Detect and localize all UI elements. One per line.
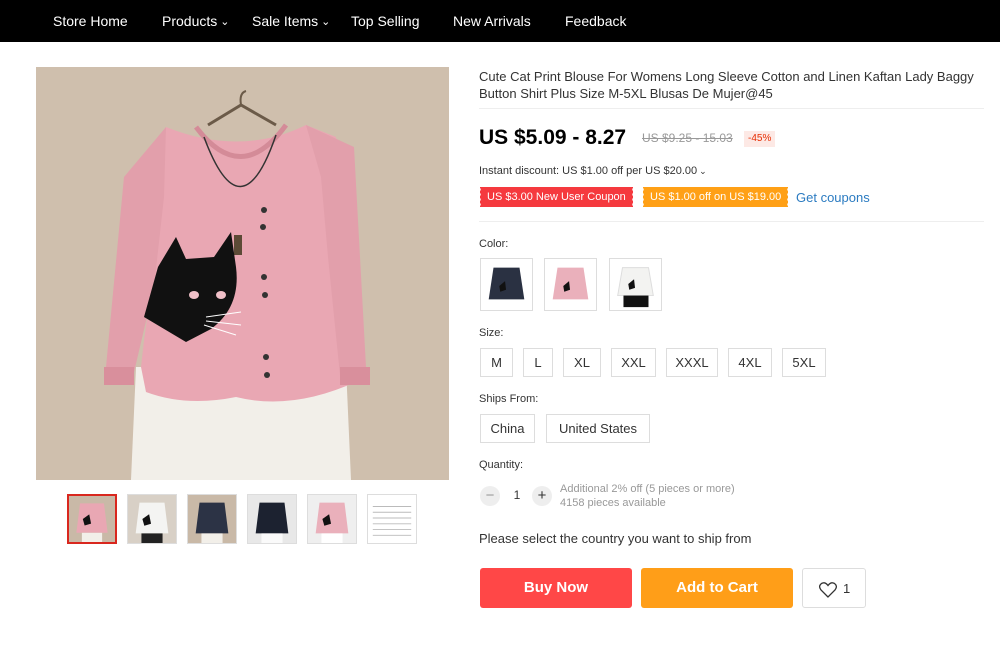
- instant-discount-text: Instant discount: US $1.00 off per US $2…: [479, 165, 698, 177]
- pieces-available: 4158 pieces available: [560, 497, 666, 509]
- wishlist-button[interactable]: 1: [802, 568, 866, 608]
- product-title: Cute Cat Print Blouse For Womens Long Sl…: [479, 69, 974, 101]
- size-label: Size:: [479, 327, 504, 339]
- thumbnail-white[interactable]: [127, 494, 177, 544]
- add-to-cart-button[interactable]: Add to Cart: [641, 568, 793, 608]
- ship-country-note: Please select the country you want to sh…: [479, 531, 752, 546]
- thumbnail-image: [248, 495, 296, 543]
- main-product-image[interactable]: [36, 67, 449, 480]
- nav-sale-items[interactable]: Sale Items ⌄: [252, 0, 330, 42]
- new-user-coupon[interactable]: US $3.00 New User Coupon: [479, 187, 633, 207]
- thumbnail-pink-2[interactable]: [307, 494, 357, 544]
- bulk-discount-note: Additional 2% off (5 pieces or more): [560, 483, 735, 495]
- size-chart-image: [368, 495, 416, 543]
- divider: [479, 221, 984, 222]
- product-photo: [36, 67, 449, 480]
- size-option-xxxl[interactable]: XXXL: [666, 348, 718, 377]
- ships-from-china[interactable]: China: [480, 414, 535, 443]
- thumbnail-navy[interactable]: [187, 494, 237, 544]
- size-option-xxl[interactable]: XXL: [611, 348, 656, 377]
- nav-store-home[interactable]: Store Home: [53, 0, 128, 42]
- quantity-value[interactable]: 1: [510, 488, 524, 502]
- product-price: US $5.09 - 8.27: [479, 126, 627, 149]
- get-coupons-link[interactable]: Get coupons: [796, 190, 870, 205]
- instant-discount[interactable]: Instant discount: US $1.00 off per US $2…: [479, 165, 707, 177]
- store-nav-bar: Store Home Products ⌄ Sale Items ⌄ Top Sel…: [0, 0, 1000, 42]
- thumbnail-pink[interactable]: [67, 494, 117, 544]
- color-label: Color:: [479, 238, 509, 250]
- quantity-label: Quantity:: [479, 459, 524, 471]
- discount-badge: -45%: [744, 131, 776, 147]
- divider: [479, 108, 984, 109]
- wishlist-count: 1: [843, 581, 851, 596]
- original-price: US $9.25 - 15.03: [642, 131, 733, 145]
- heart-icon: [819, 582, 837, 598]
- ships-from-label: Ships From:: [479, 393, 539, 405]
- thumbnail-black[interactable]: [247, 494, 297, 544]
- quantity-decrease-button[interactable]: −: [480, 486, 500, 506]
- color-option-navy[interactable]: [480, 258, 533, 311]
- thumbnail-strip: [67, 494, 427, 546]
- nav-top-selling[interactable]: Top Selling: [351, 0, 420, 42]
- chevron-down-icon: ⌄: [699, 166, 707, 176]
- color-option-pink[interactable]: [544, 258, 597, 311]
- chevron-down-icon: ⌄: [220, 16, 230, 28]
- nav-top-selling-label: Top Selling: [351, 13, 420, 29]
- color-option-white[interactable]: [609, 258, 662, 311]
- thumbnail-image: [308, 495, 356, 543]
- thumbnail-image: [69, 496, 115, 542]
- color-swatch-image: [610, 259, 661, 310]
- thumbnail-size-chart[interactable]: [367, 494, 417, 544]
- color-swatch-image: [545, 259, 596, 310]
- nav-store-home-label: Store Home: [53, 13, 128, 29]
- store-coupon[interactable]: US $1.00 off on US $19.00: [641, 187, 789, 207]
- size-option-m[interactable]: M: [480, 348, 513, 377]
- nav-feedback-label: Feedback: [565, 13, 627, 29]
- color-swatch-image: [481, 259, 532, 310]
- nav-feedback[interactable]: Feedback: [565, 0, 626, 42]
- nav-new-arrivals-label: New Arrivals: [453, 13, 531, 29]
- buy-now-button[interactable]: Buy Now: [480, 568, 632, 608]
- nav-sale-items-label: Sale Items: [252, 13, 319, 29]
- ships-from-united-states[interactable]: United States: [546, 414, 650, 443]
- nav-products[interactable]: Products ⌄: [162, 0, 229, 42]
- thumbnail-image: [188, 495, 236, 543]
- thumbnail-image: [128, 495, 176, 543]
- size-option-4xl[interactable]: 4XL: [728, 348, 772, 377]
- size-option-xl[interactable]: XL: [563, 348, 601, 377]
- nav-products-label: Products: [162, 13, 218, 29]
- size-option-l[interactable]: L: [523, 348, 553, 377]
- quantity-increase-button[interactable]: +: [532, 486, 552, 506]
- size-option-5xl[interactable]: 5XL: [782, 348, 826, 377]
- nav-new-arrivals[interactable]: New Arrivals: [453, 0, 531, 42]
- chevron-down-icon: ⌄: [321, 16, 331, 28]
